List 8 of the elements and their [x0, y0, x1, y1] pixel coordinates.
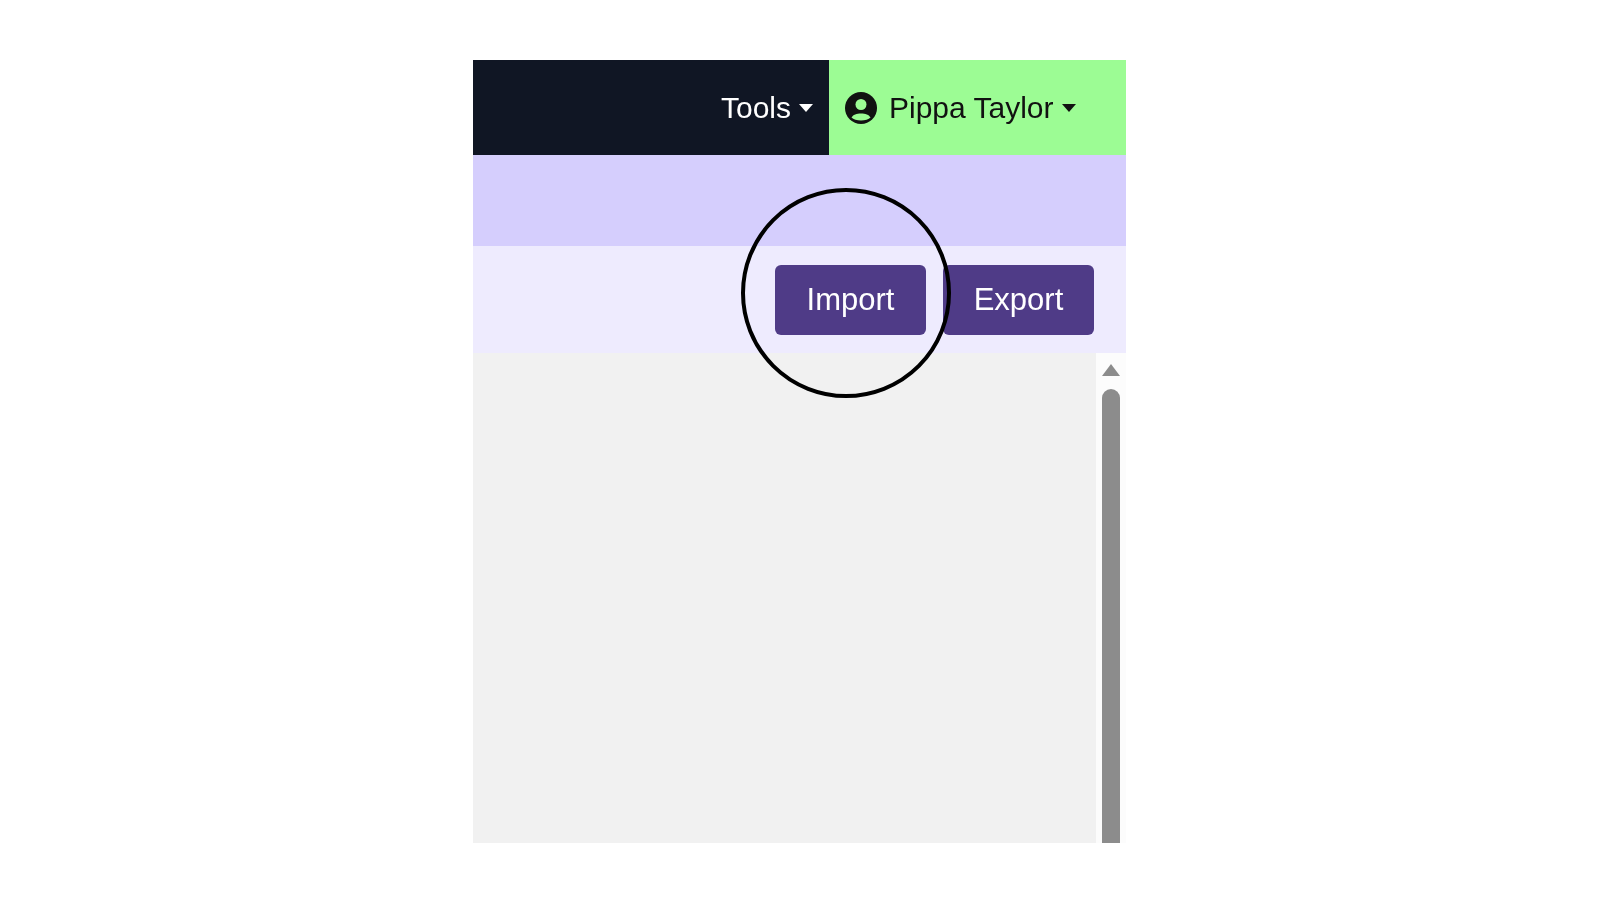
toolbar-button[interactable]: Import: [775, 264, 926, 335]
toolbar-button[interactable]: Export: [943, 264, 1094, 335]
user-avatar-icon: [845, 91, 877, 124]
scrollbar-thumb[interactable]: [1102, 389, 1120, 843]
tools-menu[interactable]: Tools: [716, 86, 829, 129]
caret-icon: [1061, 103, 1076, 112]
scroll-up-arrow-icon[interactable]: [1101, 363, 1121, 377]
caret-icon: [799, 103, 813, 112]
